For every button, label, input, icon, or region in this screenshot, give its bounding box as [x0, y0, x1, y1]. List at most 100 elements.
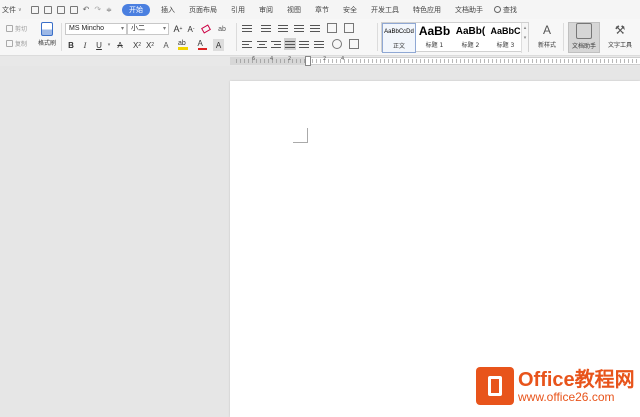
text-tools-label: 文字工具	[607, 42, 632, 49]
borders-button[interactable]	[349, 39, 359, 49]
styles-scroll[interactable]: ▴ ▾	[521, 23, 528, 53]
chevron-down-icon: ∨	[18, 6, 22, 13]
document-icon	[576, 23, 592, 39]
paintbrush-icon	[41, 22, 53, 36]
tab-section[interactable]: 章节	[308, 4, 336, 16]
chevron-down-icon: ▾	[162, 26, 166, 32]
tab-developer[interactable]: 开发工具	[364, 4, 406, 16]
strikethrough-button[interactable]: A	[114, 39, 126, 51]
grow-font-button[interactable]: A +	[172, 23, 184, 35]
bullet-list-button[interactable]	[242, 23, 252, 33]
highlight-button[interactable]: ab	[176, 39, 190, 51]
phonetic-button[interactable]: ab	[216, 23, 228, 35]
sort-button[interactable]	[310, 23, 320, 33]
font-size-select[interactable]: 小二 ▾	[127, 23, 169, 35]
font-color-icon: A	[197, 40, 207, 50]
bold-button[interactable]: B	[66, 39, 76, 51]
chevron-up-icon: ▴	[523, 25, 527, 31]
align-center-button[interactable]	[257, 39, 267, 49]
customize-icon[interactable]: ≑	[106, 6, 112, 14]
ruler-number: 2	[323, 56, 327, 62]
ruler-number: 2	[288, 56, 292, 62]
underline-button[interactable]: U	[94, 39, 104, 51]
style-heading-3[interactable]: AaBbC 标题 3	[489, 23, 522, 53]
style-heading-2[interactable]: AaBb( 标题 2	[453, 23, 488, 53]
divider	[61, 23, 62, 51]
doc-assistant-button[interactable]: 文档助手	[568, 22, 600, 53]
tab-home[interactable]: 开始	[121, 3, 150, 16]
show-marks-button[interactable]	[327, 23, 337, 33]
tab-review[interactable]: 审阅	[252, 4, 280, 16]
subscript-button[interactable]: X2	[144, 39, 156, 51]
distributed-button[interactable]	[299, 39, 309, 49]
undo-icon[interactable]: ↶	[83, 5, 90, 14]
ruler-number: 4	[341, 56, 345, 62]
eraser-icon	[201, 24, 211, 34]
print-preview-icon[interactable]	[69, 5, 78, 14]
text-effect-button[interactable]: A	[160, 39, 172, 51]
tab-features[interactable]: 特色应用	[406, 4, 448, 16]
ribbon-home: 剪切 复制 格式刷 MS Mincho ▾ 小二 ▾ A + A- ab B I …	[0, 19, 640, 56]
numbered-list-button[interactable]	[261, 23, 271, 33]
justify-button[interactable]	[284, 38, 296, 50]
ruler-number: 4	[270, 56, 274, 62]
table-tools-button[interactable]	[344, 23, 354, 33]
file-menu[interactable]: 文件 ∨	[0, 5, 25, 15]
divider	[377, 23, 378, 51]
new-style-icon: A	[542, 23, 551, 37]
style-label: 标题 3	[496, 42, 515, 49]
copy-button[interactable]: 复制	[6, 39, 27, 48]
style-heading-1[interactable]: AaBb 标题 1	[417, 23, 452, 53]
watermark-brand: Office教程网	[518, 368, 635, 391]
align-left-button[interactable]	[242, 39, 252, 49]
tab-security[interactable]: 安全	[336, 4, 364, 16]
quick-access-toolbar: ↶ ↷ ≑	[30, 5, 112, 14]
format-painter-button[interactable]: 格式刷	[36, 22, 58, 47]
style-label: 正文	[392, 43, 405, 50]
menu-bar: 文件 ∨ ↶ ↷ ≑ 开始 插入 页面布局 引用 审阅 视图 章节 安全 开发工…	[0, 0, 640, 19]
style-normal[interactable]: AaBbCcDd 正文	[382, 23, 416, 53]
superscript-button[interactable]: X2	[131, 39, 143, 51]
print-icon[interactable]	[56, 5, 65, 14]
save-icon[interactable]	[30, 5, 39, 14]
font-color-button[interactable]: A	[196, 39, 208, 51]
underline-dropdown[interactable]: ▾	[106, 39, 112, 51]
divider	[563, 23, 564, 51]
tab-page-layout[interactable]: 页面布局	[182, 4, 224, 16]
shrink-font-button[interactable]: A-	[185, 23, 197, 35]
tab-doc-assistant[interactable]: 文档助手	[448, 4, 490, 16]
document-area	[0, 66, 640, 417]
chevron-down-icon: ▾	[120, 26, 124, 32]
shading-button[interactable]	[332, 39, 342, 49]
export-pdf-icon[interactable]	[43, 5, 52, 14]
doc-assistant-label: 文档助手	[571, 43, 596, 50]
font-name-select[interactable]: MS Mincho ▾	[65, 23, 127, 35]
redo-icon[interactable]: ↷	[94, 5, 101, 14]
ruler-ticks	[236, 59, 640, 63]
copy-icon	[6, 40, 13, 47]
increase-indent-button[interactable]	[294, 23, 304, 33]
tab-insert[interactable]: 插入	[154, 4, 182, 16]
decrease-indent-button[interactable]	[278, 23, 288, 33]
horizontal-ruler: 6 4 2 2 4	[0, 56, 640, 66]
char-shading-button[interactable]: A	[213, 39, 224, 51]
italic-button[interactable]: I	[80, 39, 90, 51]
watermark-url: www.office26.com	[518, 389, 615, 404]
tab-view[interactable]: 视图	[280, 4, 308, 16]
cut-button[interactable]: 剪切	[6, 24, 27, 33]
text-tools-button[interactable]: ⚒ 文字工具	[603, 22, 637, 49]
indent-marker[interactable]	[305, 56, 311, 66]
new-style-button[interactable]: A 新样式	[533, 22, 561, 49]
margin-corner-mark	[293, 128, 308, 143]
font-name-value: MS Mincho	[69, 25, 105, 32]
highlighter-icon: ab	[178, 40, 188, 50]
divider	[236, 23, 237, 51]
format-painter-label: 格式刷	[37, 40, 56, 47]
search-button[interactable]: 查找	[493, 5, 517, 15]
clear-format-button[interactable]	[200, 23, 212, 35]
scissors-icon	[6, 25, 13, 32]
style-sample: AaBbC	[490, 26, 521, 36]
tab-references[interactable]: 引用	[224, 4, 252, 16]
align-right-button[interactable]	[271, 39, 281, 49]
line-spacing-button[interactable]	[314, 39, 324, 49]
